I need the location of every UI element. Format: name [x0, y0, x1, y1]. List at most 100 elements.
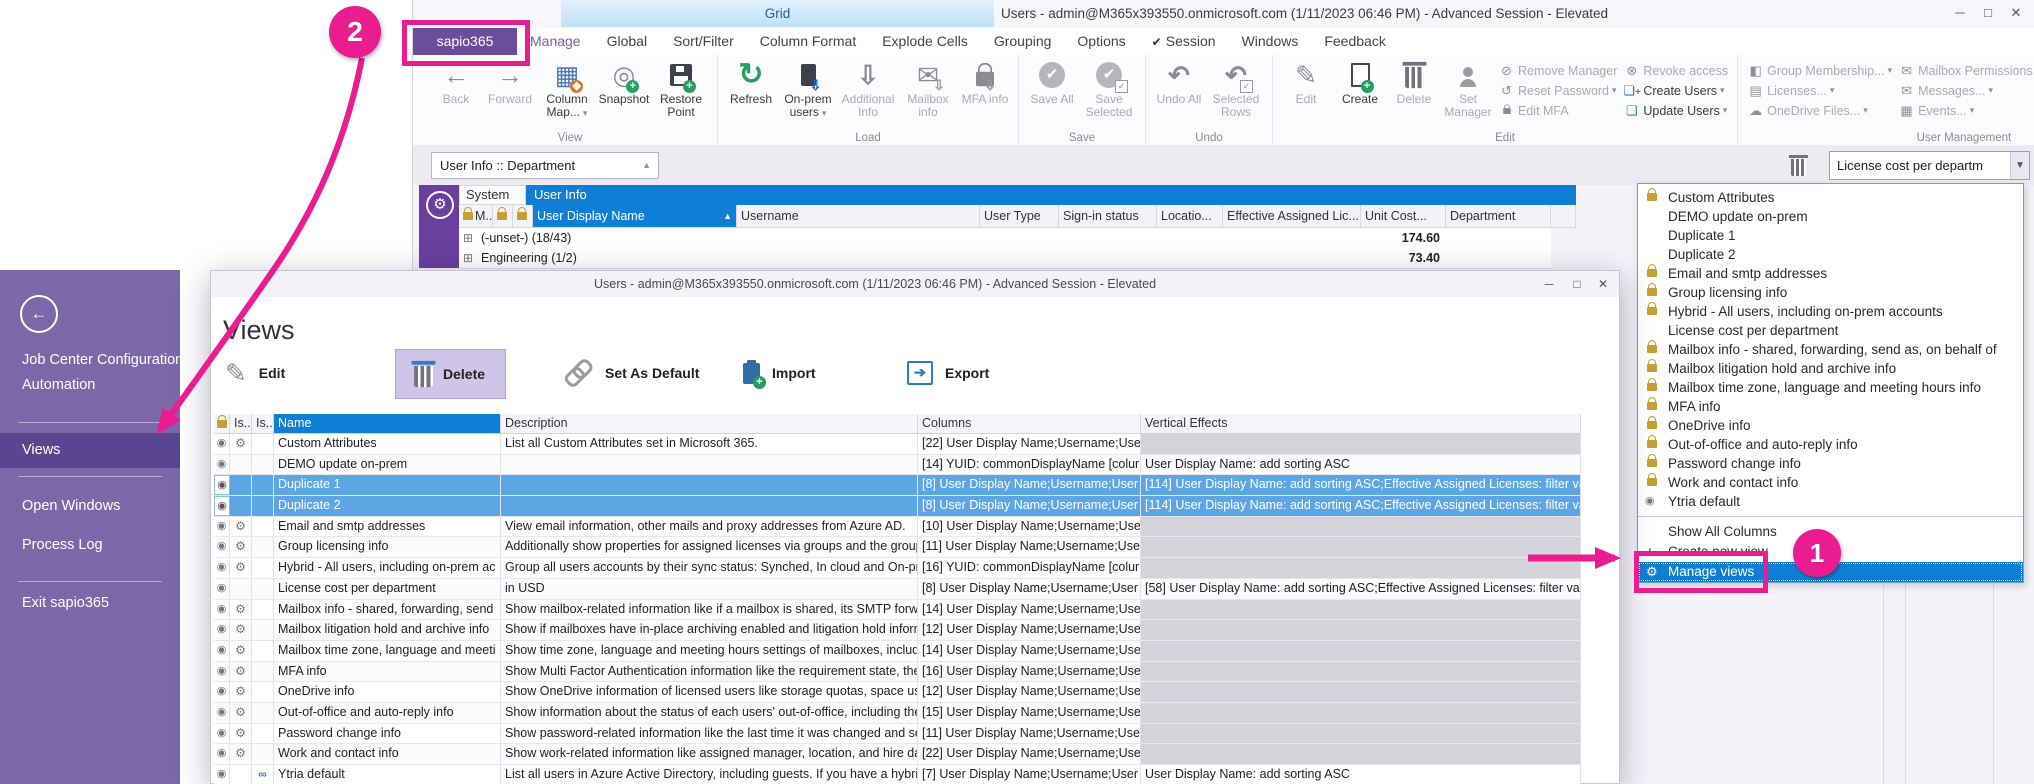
grid-settings-icon[interactable]: ⚙: [426, 191, 454, 219]
views-table-row-work-and-contact-info[interactable]: ◉⚙Work and contact infoShow work-related…: [214, 744, 1581, 765]
gear-icon[interactable]: ⚙: [235, 643, 246, 657]
dialog-minimize-button[interactable]: ─: [1535, 271, 1563, 297]
gear-icon[interactable]: ⚙: [235, 602, 246, 616]
dialog-toolbar-import-button[interactable]: +Import: [743, 351, 816, 395]
views-table-row-license-cost-per-department[interactable]: ◉License cost per departmentin USD[8] Us…: [214, 579, 1581, 600]
gear-icon[interactable]: ⚙: [235, 664, 246, 678]
gear-icon[interactable]: ⚙: [235, 746, 246, 760]
views-table-row-ytria-default[interactable]: ◉∞Ytria defaultList all users in Azure A…: [214, 765, 1581, 784]
ribbon-update-users-button[interactable]: ❏Update Users▾: [1623, 102, 1728, 119]
row-select-radio[interactable]: ◉: [214, 682, 230, 702]
tab-sapio365[interactable]: sapio365: [413, 28, 517, 55]
ribbon-licenses-button[interactable]: ▤Licenses...▾: [1747, 82, 1892, 99]
row-select-radio[interactable]: ◉: [214, 517, 230, 537]
gear-icon[interactable]: ⚙: [235, 726, 246, 740]
row-select-radio[interactable]: ◉: [214, 724, 230, 744]
group-by-selector[interactable]: User Info :: Department ▲: [431, 152, 659, 179]
table-header-vertical-effects[interactable]: Vertical Effects: [1141, 414, 1581, 433]
band-user-info[interactable]: User Info: [526, 185, 1576, 205]
table-header-name[interactable]: Name: [274, 414, 501, 433]
gear-icon[interactable]: ⚙: [235, 519, 246, 533]
table-header-lock[interactable]: [214, 414, 230, 433]
tab-manage[interactable]: Manage: [517, 28, 594, 55]
ribbon-undo-all-button[interactable]: ↶Undo All: [1152, 58, 1206, 106]
dropdown-item-duplicate-2[interactable]: Duplicate 2: [1638, 245, 2023, 264]
row-select-radio[interactable]: ◉: [214, 744, 230, 764]
views-table-row-custom-attributes[interactable]: ◉⚙Custom AttributesList all Custom Attri…: [214, 434, 1581, 455]
tab-windows[interactable]: Windows: [1229, 28, 1312, 55]
sidebar-item-automation[interactable]: Automation: [0, 373, 180, 397]
views-table-row-hybrid-all-users-including-on-prem-ac[interactable]: ◉⚙Hybrid - All users, including on-prem …: [214, 558, 1581, 579]
row-select-radio[interactable]: ◉: [214, 434, 230, 454]
dropdown-item-custom-attributes[interactable]: Custom Attributes: [1638, 188, 2023, 207]
grid-column-locatio[interactable]: Locatio...: [1157, 205, 1223, 228]
ribbon-back-button[interactable]: ←Back: [429, 58, 483, 106]
gear-icon[interactable]: ⚙: [235, 436, 246, 450]
band-system[interactable]: System: [459, 185, 526, 205]
gear-icon[interactable]: ⚙: [235, 539, 246, 553]
ribbon-mailbox-permissions-button[interactable]: ✉Mailbox Permissions...▾: [1898, 62, 2034, 79]
ribbon-selected-rows-button[interactable]: ↶✓Selected Rows: [1206, 58, 1266, 120]
delete-view-icon[interactable]: [1791, 159, 1806, 176]
close-button[interactable]: ✕: [2002, 2, 2030, 24]
expand-icon[interactable]: ⊞: [463, 251, 473, 265]
ribbon-create-users-button[interactable]: ❏+Create Users▾: [1623, 82, 1728, 99]
ribbon-onedrive-files-button[interactable]: ☁OneDrive Files...▾: [1747, 102, 1892, 119]
combo-dropdown-icon[interactable]: ▼: [2010, 152, 2029, 179]
views-table-row-mfa-info[interactable]: ◉⚙MFA infoShow Multi Factor Authenticati…: [214, 662, 1581, 683]
tab-explode-cells[interactable]: Explode Cells: [869, 28, 981, 55]
ribbon-forward-button[interactable]: →Forward: [483, 58, 537, 106]
views-table-row-mailbox-litigation-hold-and-archive-info[interactable]: ◉⚙Mailbox litigation hold and archive in…: [214, 620, 1581, 641]
ribbon-column-map-button[interactable]: ▦◆Column Map...▾: [537, 58, 597, 120]
ribbon-restore-point-button[interactable]: +Restore Point: [651, 58, 711, 120]
grid-group-row[interactable]: ⊞(-unset-) (18/43)174.60: [459, 228, 1551, 249]
dropdown-item-group-licensing-info[interactable]: Group licensing info: [1638, 283, 2023, 302]
row-select-radio[interactable]: ◉: [214, 765, 230, 784]
dropdown-item-create-new-view[interactable]: +Create new view: [1638, 542, 2023, 562]
sidebar-item-process-log[interactable]: Process Log: [0, 533, 180, 557]
expand-icon[interactable]: ⊞: [463, 231, 473, 245]
table-header-description[interactable]: Description: [501, 414, 918, 433]
ribbon-mfa-info-button[interactable]: ⇩MFA info: [958, 58, 1012, 106]
sidebar-item-exit-sapio365[interactable]: Exit sapio365: [0, 591, 180, 615]
row-select-radio[interactable]: ◉: [214, 620, 230, 640]
views-table-row-group-licensing-info[interactable]: ◉⚙Group licensing infoAdditionally show …: [214, 537, 1581, 558]
sidebar-item-job-center-configuration[interactable]: Job Center Configuration: [0, 348, 180, 372]
ribbon-mailbox-info-button[interactable]: ✉⇩Mailbox info: [898, 58, 958, 120]
tab-session[interactable]: ✔Session: [1139, 28, 1229, 55]
tab-column-format[interactable]: Column Format: [747, 28, 869, 55]
ribbon-save-all-button[interactable]: ✔Save All: [1025, 58, 1079, 106]
dropdown-item-demo-update-on-prem[interactable]: DEMO update on-prem: [1638, 207, 2023, 226]
dialog-maximize-button[interactable]: □: [1563, 271, 1591, 297]
ribbon-messages-button[interactable]: ✉Messages...▾: [1898, 82, 2034, 99]
row-select-radio[interactable]: ◉: [214, 641, 230, 661]
minimize-button[interactable]: ─: [1946, 2, 1974, 24]
ribbon-on-prem-users-button[interactable]: ⇩On-prem users▾: [778, 58, 838, 120]
back-button[interactable]: ←: [20, 295, 58, 333]
views-table-row-demo-update-on-prem[interactable]: ◉DEMO update on-prem[14] YUID: commonDis…: [214, 455, 1581, 476]
ribbon-refresh-button[interactable]: ↻Refresh: [724, 58, 778, 106]
grid-column-user-display-name[interactable]: User Display Name▲: [533, 205, 737, 228]
table-header-columns[interactable]: Columns: [918, 414, 1141, 433]
row-select-radio[interactable]: ◉: [214, 475, 230, 495]
dropdown-item-mfa-info[interactable]: MFA info: [1638, 397, 2023, 416]
row-select-radio[interactable]: ◉: [214, 537, 230, 557]
dropdown-item-out-of-office-and-auto-reply-info[interactable]: Out-of-office and auto-reply info: [1638, 435, 2023, 454]
grid-column-lock-1[interactable]: [493, 205, 513, 228]
gear-icon[interactable]: ⚙: [235, 684, 246, 698]
dropdown-item-duplicate-1[interactable]: Duplicate 1: [1638, 226, 2023, 245]
ribbon-group-membership-button[interactable]: ◧Group Membership...▾: [1747, 62, 1892, 79]
views-table-row-duplicate-1[interactable]: ◉Duplicate 1[8] User Display Name;Userna…: [214, 475, 1581, 496]
maximize-button[interactable]: □: [1974, 2, 2002, 24]
dropdown-item-hybrid-all-users-including-on-prem-accounts[interactable]: Hybrid - All users, including on-prem ac…: [1638, 302, 2023, 321]
ribbon-create-button[interactable]: +Create: [1333, 58, 1387, 106]
tab-global[interactable]: Global: [594, 28, 660, 55]
grid-column-username[interactable]: Username: [737, 205, 980, 228]
dropdown-item-manage-views[interactable]: ⚙Manage views: [1638, 562, 2023, 582]
ribbon-remove-manager-button[interactable]: ⊘Remove Manager: [1498, 62, 1617, 79]
gear-icon[interactable]: ⚙: [235, 622, 246, 636]
grid-column-effective-assigned-lic[interactable]: Effective Assigned Lic...▼: [1223, 205, 1361, 228]
dialog-close-button[interactable]: ✕: [1589, 271, 1617, 297]
dialog-toolbar-edit-button[interactable]: ✎Edit: [225, 351, 285, 395]
ribbon-set-manager-button[interactable]: Set Manager: [1441, 58, 1495, 120]
